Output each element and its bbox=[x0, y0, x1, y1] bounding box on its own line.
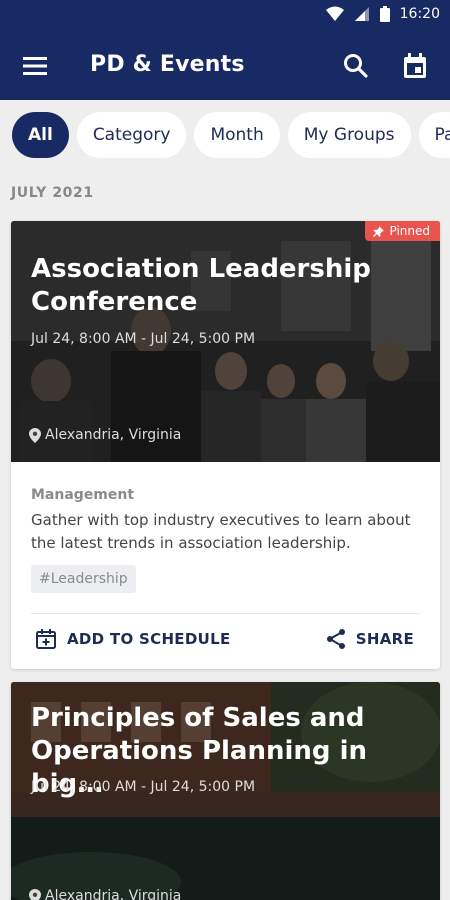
add-to-schedule-button[interactable]: ADD TO SCHEDULE bbox=[35, 628, 231, 650]
add-to-schedule-label: ADD TO SCHEDULE bbox=[67, 630, 231, 648]
calendar-add-icon bbox=[36, 629, 56, 649]
app-bar: PD & Events bbox=[0, 32, 450, 100]
event-title[interactable]: Association Leadership Conference bbox=[31, 253, 411, 319]
pin-icon bbox=[373, 225, 385, 237]
event-dates: Jul 24, 8:00 AM - Jul 24, 5:00 PM bbox=[31, 331, 256, 347]
event-tag[interactable]: #Leadership bbox=[31, 565, 136, 593]
filter-chips: All Category Month My Groups Pa bbox=[12, 112, 450, 158]
filter-chip-category[interactable]: Category bbox=[76, 112, 187, 158]
hamburger-menu-icon[interactable] bbox=[22, 54, 50, 78]
wifi-icon bbox=[325, 6, 344, 21]
event-location-label: Alexandria, Virginia bbox=[45, 888, 182, 900]
share-button[interactable]: SHARE bbox=[326, 628, 414, 650]
month-header: JULY 2021 bbox=[11, 185, 94, 201]
status-time: 16:20 bbox=[399, 6, 440, 22]
filter-chip-month[interactable]: Month bbox=[194, 112, 280, 158]
location-pin-icon bbox=[29, 888, 41, 900]
event-hero-image[interactable]: Principles of Sales and Operations Plann… bbox=[11, 682, 440, 900]
filter-chip-all[interactable]: All bbox=[12, 112, 69, 158]
pinned-badge: Pinned bbox=[365, 221, 440, 241]
event-card[interactable]: Pinned Association Leadership Conference… bbox=[11, 221, 440, 669]
event-description: Gather with top industry executives to l… bbox=[31, 511, 411, 552]
battery-icon bbox=[379, 6, 390, 22]
event-location-label: Alexandria, Virginia bbox=[45, 427, 182, 443]
event-card[interactable]: Principles of Sales and Operations Plann… bbox=[11, 682, 440, 900]
search-icon[interactable] bbox=[342, 52, 370, 80]
event-category: Management bbox=[31, 487, 135, 503]
location-pin-icon bbox=[29, 427, 41, 443]
calendar-icon[interactable] bbox=[401, 52, 429, 80]
filter-chip-partial[interactable]: Pa bbox=[418, 112, 450, 158]
signal-icon bbox=[354, 7, 369, 21]
pinned-label: Pinned bbox=[389, 224, 430, 238]
filter-chip-my-groups[interactable]: My Groups bbox=[287, 112, 411, 158]
status-bar: 16:20 bbox=[0, 0, 450, 32]
card-actions: ADD TO SCHEDULE SHARE bbox=[31, 614, 420, 664]
event-dates: Jul 24, 8:00 AM - Jul 24, 5:00 PM bbox=[31, 779, 256, 795]
share-icon bbox=[326, 629, 345, 649]
event-location: Alexandria, Virginia bbox=[29, 888, 181, 900]
event-hero-image[interactable]: Pinned Association Leadership Conference… bbox=[11, 221, 440, 462]
share-label: SHARE bbox=[355, 630, 414, 648]
page-title: PD & Events bbox=[90, 52, 245, 77]
event-location: Alexandria, Virginia bbox=[29, 427, 181, 443]
